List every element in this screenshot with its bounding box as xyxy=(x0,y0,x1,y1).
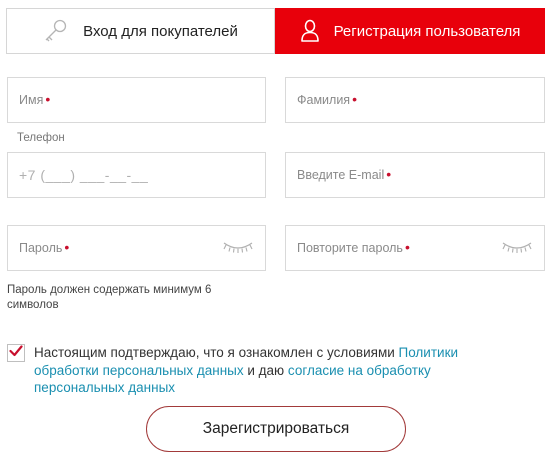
user-icon xyxy=(300,19,320,43)
eye-closed-icon[interactable] xyxy=(500,239,534,260)
consent-checkbox[interactable] xyxy=(7,344,25,362)
required-marker: • xyxy=(352,91,357,107)
password-placeholder: Пароль xyxy=(19,241,63,255)
checkmark-icon xyxy=(9,344,23,362)
required-marker: • xyxy=(64,239,70,255)
last-name-placeholder: Фамилия xyxy=(297,93,351,107)
required-marker: • xyxy=(386,166,392,182)
key-icon xyxy=(43,18,69,44)
email-field[interactable]: Введите E-mail • xyxy=(285,152,545,198)
required-marker: • xyxy=(45,91,51,107)
email-placeholder: Введите E-mail xyxy=(297,168,385,182)
consent-text: Настоящим подтверждаю, что я ознакомлен … xyxy=(34,344,497,397)
phone-label: Телефон xyxy=(17,132,65,144)
consent-row: Настоящим подтверждаю, что я ознакомлен … xyxy=(7,344,497,397)
password-hint: Пароль должен содержать минимум 6 символ… xyxy=(7,284,212,311)
password-field[interactable]: Пароль • xyxy=(7,225,266,271)
tab-register[interactable]: Регистрация пользователя xyxy=(275,8,545,54)
eye-closed-icon[interactable] xyxy=(221,239,255,260)
register-button[interactable]: Зарегистрироваться xyxy=(146,406,406,452)
tab-login-label: Вход для покупателей xyxy=(83,22,238,40)
first-name-field[interactable]: Имя • xyxy=(7,77,266,123)
auth-tabs: Вход для покупателей Регистрация пользов… xyxy=(6,8,545,54)
required-marker: • xyxy=(404,239,410,255)
tab-register-label: Регистрация пользователя xyxy=(333,22,521,40)
consent-text-middle: и даю xyxy=(243,362,288,378)
phone-field[interactable]: +7 (___) ___-__-__ xyxy=(7,152,266,198)
password-repeat-placeholder: Повторите пароль xyxy=(297,241,403,255)
last-name-field[interactable]: Фамилия • xyxy=(285,77,545,123)
consent-text-before: Настоящим подтверждаю, что я ознакомлен … xyxy=(34,345,399,360)
tab-login[interactable]: Вход для покупателей xyxy=(6,8,275,54)
first-name-placeholder: Имя xyxy=(19,93,44,107)
phone-mask: +7 (___) ___-__-__ xyxy=(19,167,149,183)
password-repeat-field[interactable]: Повторите пароль • xyxy=(285,225,545,271)
